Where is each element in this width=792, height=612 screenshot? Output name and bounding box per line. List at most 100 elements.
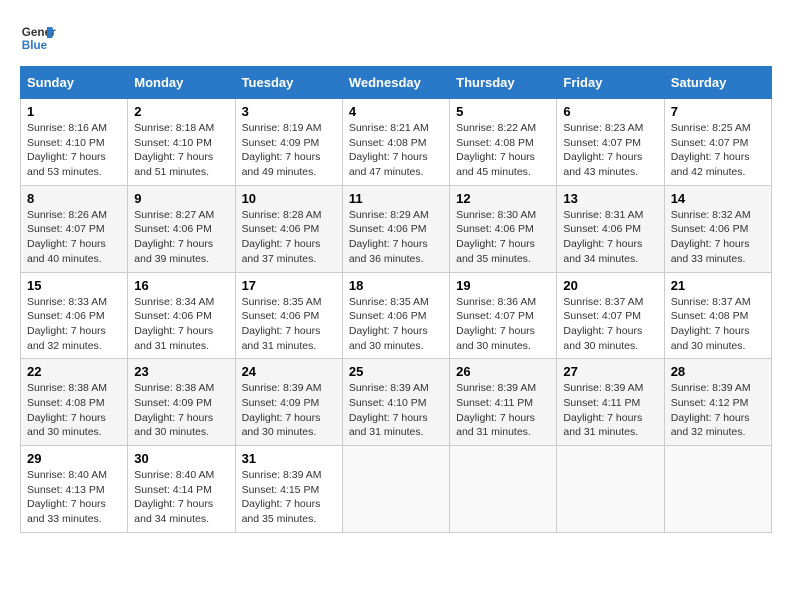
calendar-cell: 17 Sunrise: 8:35 AM Sunset: 4:06 PM Dayl… [235,272,342,359]
calendar-header-row: SundayMondayTuesdayWednesdayThursdayFrid… [21,67,772,99]
calendar-cell: 23 Sunrise: 8:38 AM Sunset: 4:09 PM Dayl… [128,359,235,446]
day-number: 15 [27,278,121,293]
day-info: Sunrise: 8:28 AM Sunset: 4:06 PM Dayligh… [242,208,336,267]
day-info: Sunrise: 8:39 AM Sunset: 4:15 PM Dayligh… [242,468,336,527]
day-info: Sunrise: 8:26 AM Sunset: 4:07 PM Dayligh… [27,208,121,267]
day-info: Sunrise: 8:25 AM Sunset: 4:07 PM Dayligh… [671,121,765,180]
day-info: Sunrise: 8:40 AM Sunset: 4:14 PM Dayligh… [134,468,228,527]
day-number: 23 [134,364,228,379]
day-number: 14 [671,191,765,206]
day-info: Sunrise: 8:19 AM Sunset: 4:09 PM Dayligh… [242,121,336,180]
calendar-cell: 9 Sunrise: 8:27 AM Sunset: 4:06 PM Dayli… [128,185,235,272]
calendar-cell: 31 Sunrise: 8:39 AM Sunset: 4:15 PM Dayl… [235,446,342,533]
day-info: Sunrise: 8:40 AM Sunset: 4:13 PM Dayligh… [27,468,121,527]
header: General Blue [20,20,772,56]
day-info: Sunrise: 8:30 AM Sunset: 4:06 PM Dayligh… [456,208,550,267]
calendar-cell [450,446,557,533]
calendar-cell: 30 Sunrise: 8:40 AM Sunset: 4:14 PM Dayl… [128,446,235,533]
day-info: Sunrise: 8:39 AM Sunset: 4:11 PM Dayligh… [563,381,657,440]
calendar-cell: 27 Sunrise: 8:39 AM Sunset: 4:11 PM Dayl… [557,359,664,446]
header-thursday: Thursday [450,67,557,99]
day-info: Sunrise: 8:23 AM Sunset: 4:07 PM Dayligh… [563,121,657,180]
day-number: 29 [27,451,121,466]
logo: General Blue [20,20,60,56]
day-number: 16 [134,278,228,293]
day-info: Sunrise: 8:27 AM Sunset: 4:06 PM Dayligh… [134,208,228,267]
calendar-cell: 3 Sunrise: 8:19 AM Sunset: 4:09 PM Dayli… [235,99,342,186]
calendar-cell: 10 Sunrise: 8:28 AM Sunset: 4:06 PM Dayl… [235,185,342,272]
day-number: 5 [456,104,550,119]
header-tuesday: Tuesday [235,67,342,99]
day-info: Sunrise: 8:39 AM Sunset: 4:10 PM Dayligh… [349,381,443,440]
calendar-cell: 25 Sunrise: 8:39 AM Sunset: 4:10 PM Dayl… [342,359,449,446]
calendar-cell: 16 Sunrise: 8:34 AM Sunset: 4:06 PM Dayl… [128,272,235,359]
week-row-2: 8 Sunrise: 8:26 AM Sunset: 4:07 PM Dayli… [21,185,772,272]
day-number: 19 [456,278,550,293]
day-number: 8 [27,191,121,206]
day-info: Sunrise: 8:39 AM Sunset: 4:11 PM Dayligh… [456,381,550,440]
calendar-cell: 20 Sunrise: 8:37 AM Sunset: 4:07 PM Dayl… [557,272,664,359]
day-number: 26 [456,364,550,379]
day-number: 25 [349,364,443,379]
day-info: Sunrise: 8:35 AM Sunset: 4:06 PM Dayligh… [242,295,336,354]
calendar-cell: 29 Sunrise: 8:40 AM Sunset: 4:13 PM Dayl… [21,446,128,533]
day-number: 7 [671,104,765,119]
calendar-cell: 7 Sunrise: 8:25 AM Sunset: 4:07 PM Dayli… [664,99,771,186]
calendar-cell: 13 Sunrise: 8:31 AM Sunset: 4:06 PM Dayl… [557,185,664,272]
day-number: 22 [27,364,121,379]
day-number: 24 [242,364,336,379]
calendar-cell [557,446,664,533]
day-number: 27 [563,364,657,379]
week-row-4: 22 Sunrise: 8:38 AM Sunset: 4:08 PM Dayl… [21,359,772,446]
calendar-cell: 18 Sunrise: 8:35 AM Sunset: 4:06 PM Dayl… [342,272,449,359]
day-number: 1 [27,104,121,119]
day-number: 20 [563,278,657,293]
calendar-cell: 12 Sunrise: 8:30 AM Sunset: 4:06 PM Dayl… [450,185,557,272]
day-number: 12 [456,191,550,206]
svg-text:Blue: Blue [22,39,48,52]
calendar-cell: 14 Sunrise: 8:32 AM Sunset: 4:06 PM Dayl… [664,185,771,272]
calendar-cell: 1 Sunrise: 8:16 AM Sunset: 4:10 PM Dayli… [21,99,128,186]
calendar-cell: 26 Sunrise: 8:39 AM Sunset: 4:11 PM Dayl… [450,359,557,446]
day-number: 13 [563,191,657,206]
calendar-cell [342,446,449,533]
day-info: Sunrise: 8:37 AM Sunset: 4:08 PM Dayligh… [671,295,765,354]
day-info: Sunrise: 8:38 AM Sunset: 4:08 PM Dayligh… [27,381,121,440]
day-number: 3 [242,104,336,119]
header-friday: Friday [557,67,664,99]
calendar-cell: 21 Sunrise: 8:37 AM Sunset: 4:08 PM Dayl… [664,272,771,359]
logo-icon: General Blue [20,20,56,56]
day-number: 31 [242,451,336,466]
day-number: 10 [242,191,336,206]
day-info: Sunrise: 8:32 AM Sunset: 4:06 PM Dayligh… [671,208,765,267]
header-saturday: Saturday [664,67,771,99]
header-monday: Monday [128,67,235,99]
day-number: 4 [349,104,443,119]
day-info: Sunrise: 8:21 AM Sunset: 4:08 PM Dayligh… [349,121,443,180]
calendar-cell: 24 Sunrise: 8:39 AM Sunset: 4:09 PM Dayl… [235,359,342,446]
day-info: Sunrise: 8:36 AM Sunset: 4:07 PM Dayligh… [456,295,550,354]
day-info: Sunrise: 8:29 AM Sunset: 4:06 PM Dayligh… [349,208,443,267]
calendar-cell: 8 Sunrise: 8:26 AM Sunset: 4:07 PM Dayli… [21,185,128,272]
day-info: Sunrise: 8:16 AM Sunset: 4:10 PM Dayligh… [27,121,121,180]
week-row-3: 15 Sunrise: 8:33 AM Sunset: 4:06 PM Dayl… [21,272,772,359]
day-info: Sunrise: 8:37 AM Sunset: 4:07 PM Dayligh… [563,295,657,354]
week-row-1: 1 Sunrise: 8:16 AM Sunset: 4:10 PM Dayli… [21,99,772,186]
calendar: SundayMondayTuesdayWednesdayThursdayFrid… [20,66,772,533]
day-info: Sunrise: 8:39 AM Sunset: 4:12 PM Dayligh… [671,381,765,440]
day-info: Sunrise: 8:33 AM Sunset: 4:06 PM Dayligh… [27,295,121,354]
day-number: 21 [671,278,765,293]
calendar-cell: 28 Sunrise: 8:39 AM Sunset: 4:12 PM Dayl… [664,359,771,446]
day-info: Sunrise: 8:18 AM Sunset: 4:10 PM Dayligh… [134,121,228,180]
calendar-cell: 5 Sunrise: 8:22 AM Sunset: 4:08 PM Dayli… [450,99,557,186]
day-number: 9 [134,191,228,206]
header-sunday: Sunday [21,67,128,99]
day-number: 17 [242,278,336,293]
day-number: 28 [671,364,765,379]
day-info: Sunrise: 8:31 AM Sunset: 4:06 PM Dayligh… [563,208,657,267]
day-number: 30 [134,451,228,466]
calendar-cell: 2 Sunrise: 8:18 AM Sunset: 4:10 PM Dayli… [128,99,235,186]
day-number: 2 [134,104,228,119]
calendar-cell [664,446,771,533]
calendar-cell: 22 Sunrise: 8:38 AM Sunset: 4:08 PM Dayl… [21,359,128,446]
